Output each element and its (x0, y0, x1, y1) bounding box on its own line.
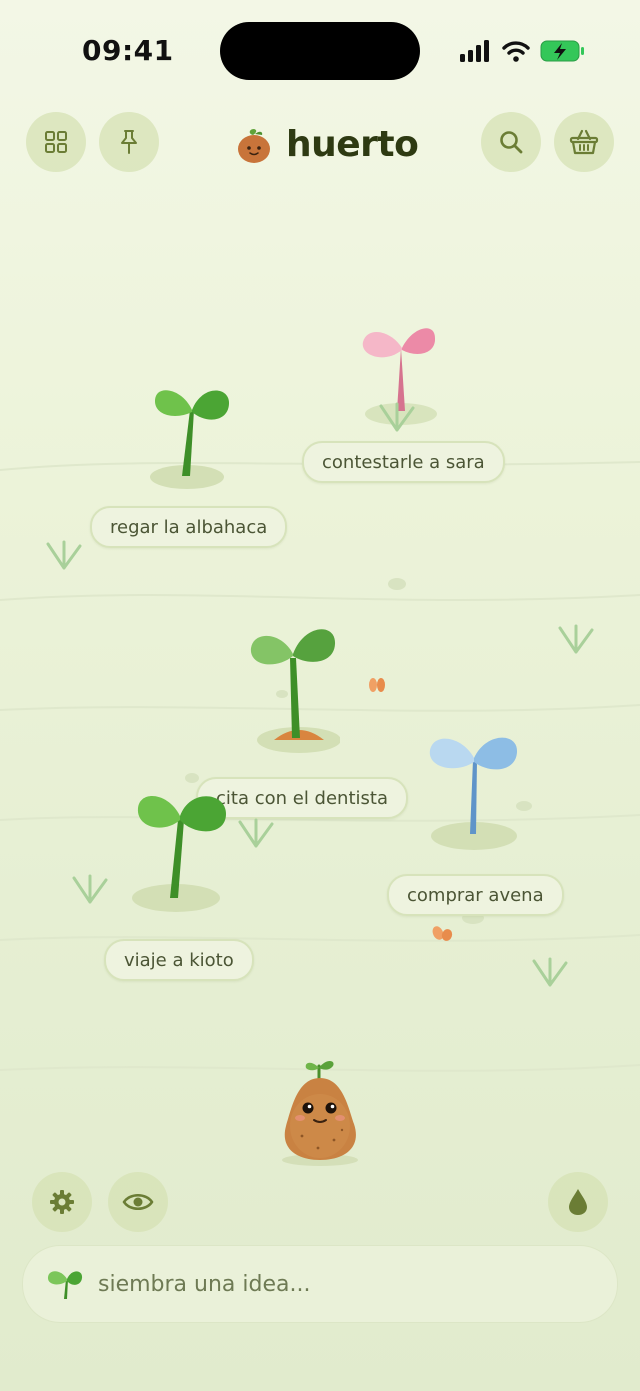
grid-icon (45, 131, 67, 153)
plant-label-regar[interactable]: regar la albahaca (90, 506, 288, 548)
green-sprout-icon[interactable] (248, 620, 340, 758)
pin-button[interactable] (99, 112, 159, 172)
gear-icon (50, 1190, 74, 1214)
idea-input-placeholder[interactable]: siembra una idea... (98, 1272, 310, 1297)
wifi-icon (502, 41, 530, 62)
settings-button[interactable] (32, 1172, 92, 1232)
status-time: 09:41 (82, 34, 174, 67)
water-drop-icon (569, 1189, 587, 1215)
potato-logo-icon (238, 128, 270, 163)
sprout-icon (47, 1271, 83, 1299)
potato-mascot[interactable] (272, 1056, 368, 1168)
battery-charging-icon (540, 40, 584, 62)
water-button[interactable] (548, 1172, 608, 1232)
eye-icon (122, 1193, 154, 1211)
plant-label-comprar[interactable]: comprar avena (387, 874, 564, 916)
green-sprout-icon[interactable] (130, 786, 230, 918)
plant-label-contestarle[interactable]: contestarle a sara (302, 441, 505, 483)
idea-input-field[interactable]: siembra una idea... (22, 1245, 618, 1323)
app-logo: huerto (236, 124, 419, 165)
blue-sprout-icon[interactable] (426, 726, 520, 856)
app-title: huerto (286, 124, 419, 165)
visibility-button[interactable] (108, 1172, 168, 1232)
butterfly-icon (432, 926, 453, 941)
pin-icon (121, 130, 137, 154)
cellular-signal-icon (460, 40, 489, 62)
basket-button[interactable] (554, 112, 614, 172)
green-sprout-icon[interactable] (146, 380, 236, 492)
plant-label-viaje[interactable]: viaje a kioto (104, 939, 254, 981)
search-button[interactable] (481, 112, 541, 172)
pink-sprout-icon[interactable] (355, 318, 447, 428)
status-icons (460, 38, 586, 64)
grid-view-button[interactable] (26, 112, 86, 172)
butterfly-icon (369, 678, 385, 692)
basket-icon (569, 129, 599, 155)
dynamic-island (220, 22, 420, 80)
search-icon (500, 131, 523, 154)
